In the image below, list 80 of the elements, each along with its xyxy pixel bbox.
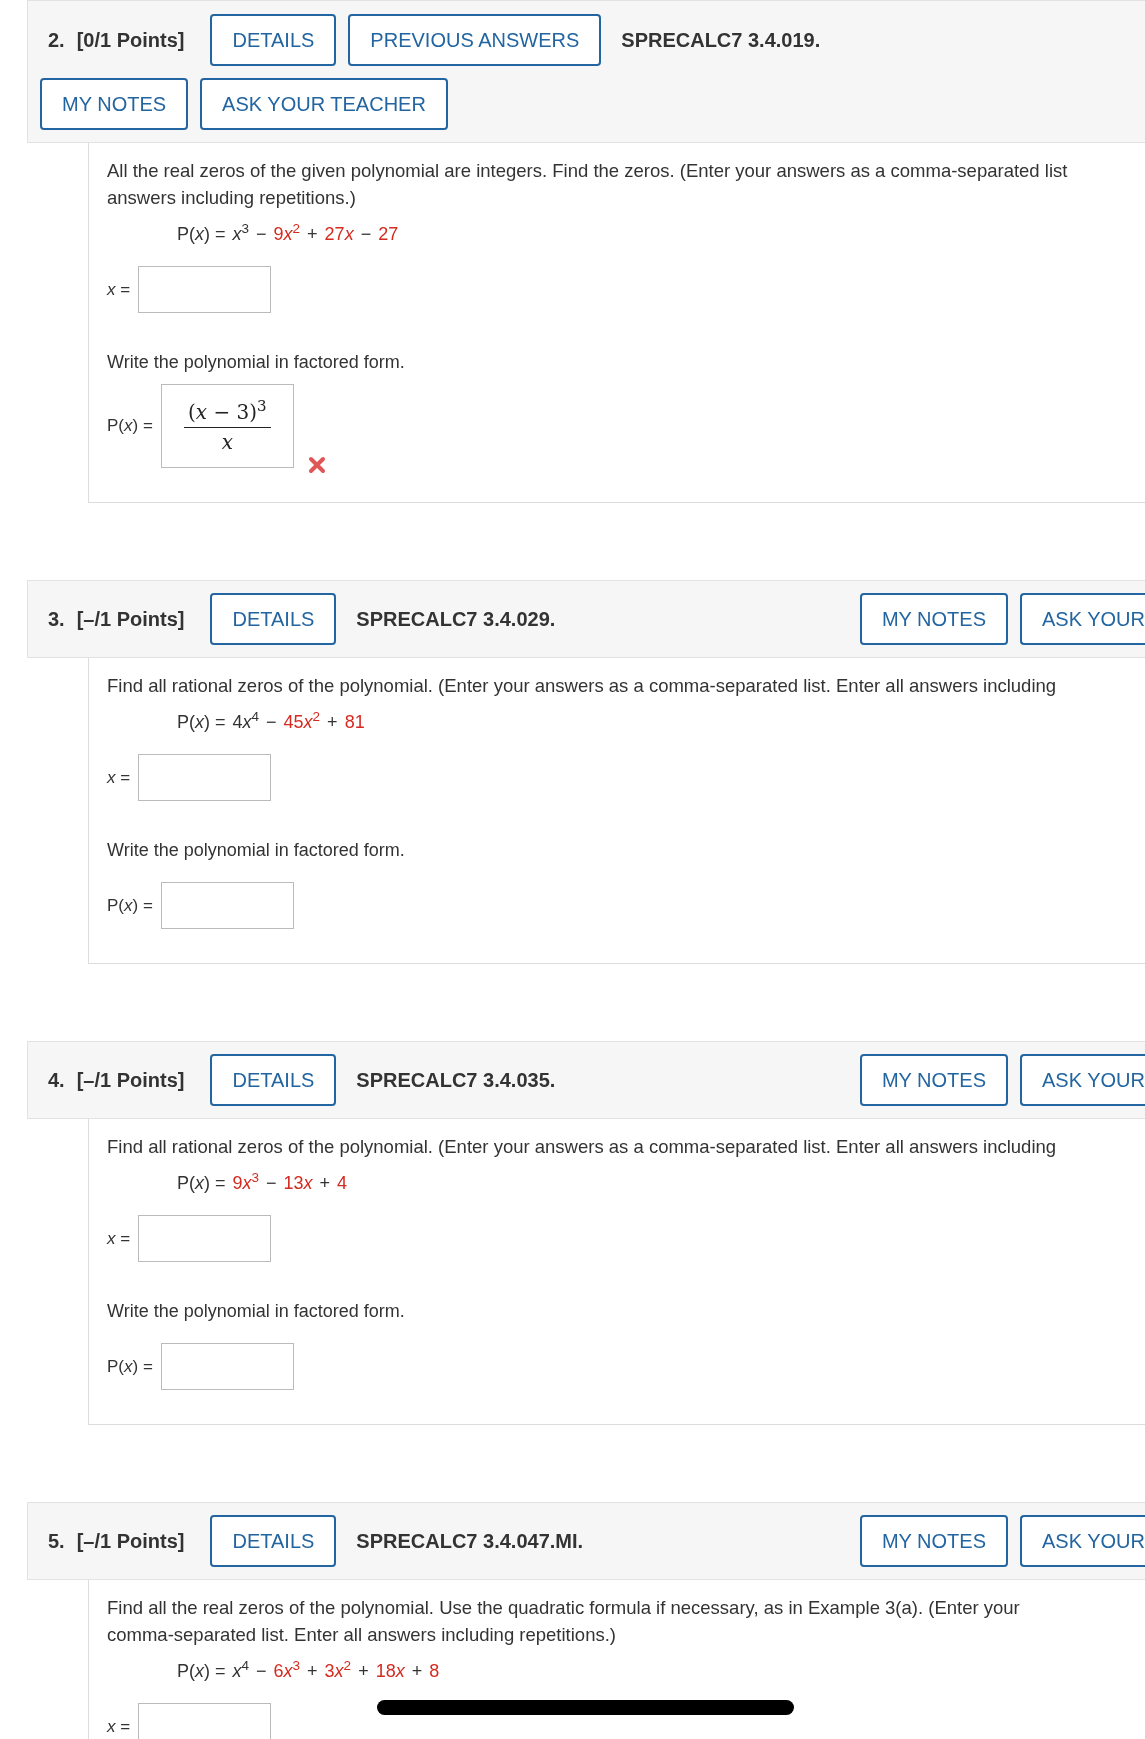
polynomial-term: + [327,711,338,734]
polynomial-term: 13x [283,1172,313,1195]
fraction-numerator: (x − 3)$^{3}$ [184,396,271,428]
polynomial-term: 8 [429,1660,440,1683]
polynomial-term: 27 [378,223,399,246]
instruction-text: Write the polynomial in factored form. [107,1300,406,1323]
problem-code: SPRECALC7 3.4.029. [356,607,556,632]
polynomial-term: 45x$^{2}$ [283,709,321,734]
action-button[interactable]: DETAILS [210,1054,337,1106]
answer-field[interactable] [160,882,294,929]
polynomial-term: 4 [337,1172,348,1195]
answer-field[interactable] [138,1703,272,1739]
answer-label: P(x) = [107,415,153,438]
polynomial-term: − [266,711,277,734]
polynomial-term: − [360,223,372,246]
action-button[interactable]: MY NOTES [859,1054,1008,1106]
points-label: [–/1 Points] [76,1529,185,1554]
question-number: 5. [48,1529,65,1554]
problem-code: SPRECALC7 3.4.019. [621,28,821,53]
polynomial-term: 81 [344,711,365,734]
points-label: [0/1 Points] [76,28,185,53]
action-button[interactable]: MY NOTES [859,593,1008,645]
question-text: comma-separated list. Enter all answers including repetitions.) [107,1623,617,1647]
answer-field[interactable] [138,1215,272,1262]
answer-label: x = [107,766,131,789]
polynomial-term: − [256,1660,267,1683]
answer-label: P(x) = [107,894,153,917]
polynomial-term: 4x$^{4}$ [232,709,260,734]
polynomial-term: 9x$^{2}$ [273,221,301,246]
question-text: answers including repetitions.) [107,186,357,210]
polynomial-term: − [256,223,267,246]
answer-label: x = [107,1715,131,1738]
problem-code: SPRECALC7 3.4.047.MI. [356,1529,584,1554]
question-number: 3. [48,607,65,632]
polynomial-term: − [266,1172,277,1195]
polynomial-term: 6x$^{3}$ [273,1658,301,1683]
answer-label: x = [107,1227,131,1250]
polynomial-term: 3x$^{2}$ [324,1658,352,1683]
polynomial-term: 18x [375,1660,405,1683]
action-button[interactable]: PREVIOUS ANSWERS [348,14,602,66]
ask-teacher-button[interactable]: ASK YOUR [1020,1054,1145,1106]
action-button[interactable]: DETAILS [210,593,337,645]
question-text: Find all the real zeros of the polynomial. Use the quadratic formula if necessary, as in Example 3(a). (Enter your [107,1596,1021,1620]
polynomial-term: 9x$^{3}$ [232,1170,260,1195]
answer-label: x = [107,278,131,301]
polynomial-term: x$^{3}$ [232,221,250,246]
answer-field[interactable] [138,266,272,313]
polynomial-term: P(x) = [177,1172,226,1195]
polynomial-term: + [411,1660,423,1683]
points-label: [–/1 Points] [76,607,185,632]
answer-field[interactable] [138,754,272,801]
ask-teacher-button[interactable]: ASK YOUR [1020,593,1145,645]
action-button[interactable]: ASK YOUR TEACHER [200,78,448,130]
polynomial-term: + [307,1660,318,1683]
answer-field[interactable]: (x − 3)$^{3}$ x [160,384,294,468]
polynomial-term: 27x [324,223,354,246]
polynomial-term: P(x) = [177,711,226,734]
answer-label: P(x) = [107,1355,153,1378]
question-text: Find all rational zeros of the polynomial. (Enter your answers as a comma-separated list. Enter all answers including [107,674,1058,698]
question-number: 4. [48,1068,65,1093]
ask-teacher-button[interactable]: ASK YOUR [1020,1515,1145,1567]
problem-code: SPRECALC7 3.4.035. [356,1068,556,1093]
action-button[interactable]: DETAILS [210,1515,337,1567]
polynomial-term: + [307,223,318,246]
action-button[interactable]: MY NOTES [859,1515,1008,1567]
answer-field[interactable] [160,1343,294,1390]
question-text: Find all rational zeros of the polynomial. (Enter your answers as a comma-separated list. Enter all answers including [107,1135,1058,1159]
fraction-denominator: x [221,428,233,456]
instruction-text: Write the polynomial in factored form. [107,839,406,862]
polynomial-term: + [319,1172,331,1195]
polynomial-term: P(x) = [177,1660,226,1683]
question-number: 2. [48,28,65,53]
instruction-text: Write the polynomial in factored form. [107,351,406,374]
question-text: All the real zeros of the given polynomial are integers. Find the zeros. (Enter your answers as a comma-separated list [107,159,1069,183]
polynomial-term: x$^{4}$ [232,1658,250,1683]
polynomial-term: + [358,1660,369,1683]
action-button[interactable]: DETAILS [210,14,337,66]
points-label: [–/1 Points] [76,1068,185,1093]
action-button[interactable]: MY NOTES [40,78,189,130]
polynomial-term: P(x) = [177,223,226,246]
